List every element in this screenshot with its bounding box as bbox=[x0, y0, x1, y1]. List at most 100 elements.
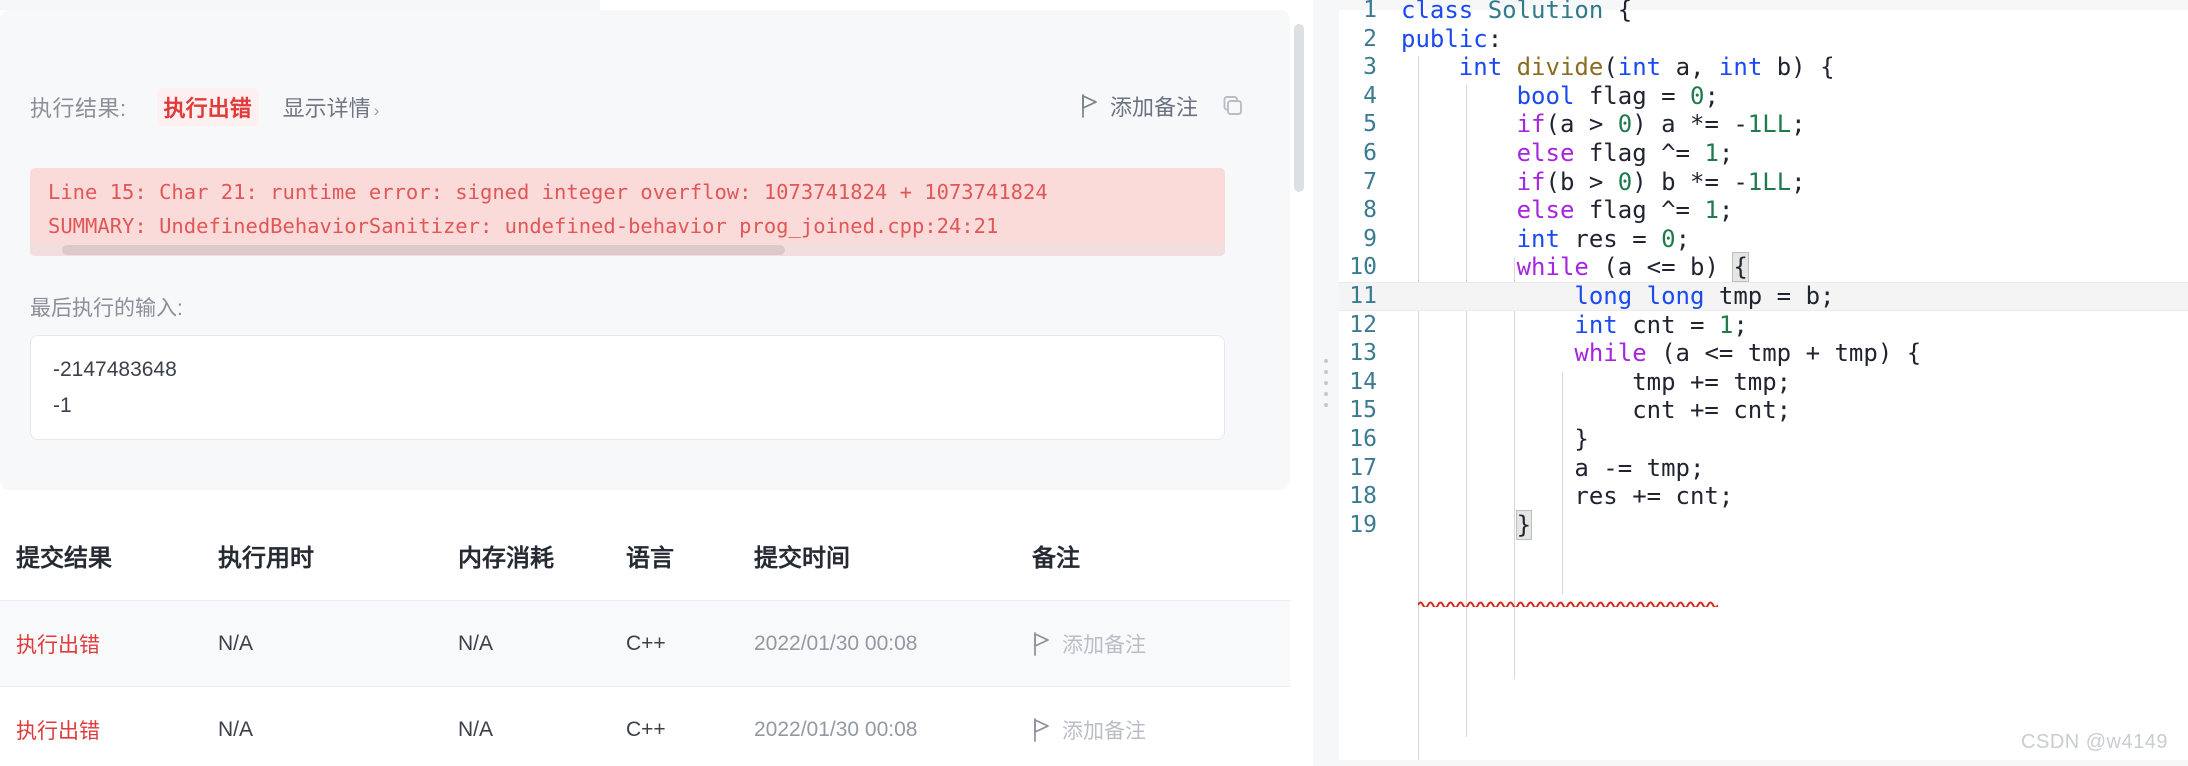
line-number: 15 bbox=[1349, 397, 1377, 424]
code-lines-container[interactable]: 1 class Solution { 2 public: 3 int divid… bbox=[1339, 0, 2188, 766]
code-line[interactable]: 4 bool flag = 0; bbox=[1339, 82, 2188, 111]
code-text[interactable]: } bbox=[1401, 425, 1588, 454]
last-input-label: 最后执行的输入: bbox=[30, 297, 183, 320]
code-text[interactable]: long long tmp = b; bbox=[1401, 282, 1834, 311]
line-number: 1 bbox=[1363, 0, 1377, 23]
error-squiggle-underline bbox=[1418, 601, 1718, 607]
status-badge: 执行出错 bbox=[156, 88, 259, 126]
cell-runtime: N/A bbox=[218, 717, 254, 741]
cell-add-note[interactable]: 添加备注 bbox=[1032, 629, 1272, 659]
line-number: 12 bbox=[1349, 311, 1377, 338]
code-line[interactable]: 10 while (a <= b) { bbox=[1339, 252, 2188, 283]
table-header-row: 提交结果 执行用时 内存消耗 语言 提交时间 备注 bbox=[0, 510, 1290, 600]
line-number: 11 bbox=[1349, 282, 1377, 309]
page-scrollbar-thumb[interactable] bbox=[1294, 24, 1304, 192]
cell-result[interactable]: 执行出错 bbox=[0, 715, 218, 745]
show-detail-label: 显示详情 bbox=[282, 96, 371, 121]
line-number: 16 bbox=[1349, 425, 1377, 452]
code-text[interactable]: else flag ^= 1; bbox=[1401, 196, 1734, 225]
code-line[interactable]: 3 int divide(int a, int b) { bbox=[1339, 53, 2188, 82]
copy-icon[interactable] bbox=[1220, 93, 1246, 119]
last-input-value: -2147483648 bbox=[53, 358, 177, 381]
panel-resize-handle[interactable] bbox=[1313, 0, 1339, 766]
code-text[interactable]: cnt += cnt; bbox=[1401, 396, 1791, 425]
cell-submitted: 2022/01/30 00:08 bbox=[754, 717, 918, 741]
code-line[interactable]: 6 else flag ^= 1; bbox=[1339, 139, 2188, 168]
code-text[interactable]: } bbox=[1401, 509, 1533, 540]
cell-result[interactable]: 执行出错 bbox=[0, 629, 218, 659]
code-text[interactable]: int res = 0; bbox=[1401, 225, 1690, 254]
line-number: 18 bbox=[1349, 483, 1377, 510]
add-note-label: 添加备注 bbox=[1109, 95, 1198, 120]
page-scrollbar-track[interactable] bbox=[1290, 10, 1308, 766]
code-text[interactable]: public: bbox=[1401, 25, 1502, 54]
add-note-label: 添加备注 bbox=[1062, 633, 1146, 657]
error-box-scrollbar-track[interactable] bbox=[30, 244, 1225, 256]
code-text[interactable]: bool flag = 0; bbox=[1401, 82, 1719, 111]
line-number: 3 bbox=[1363, 54, 1377, 81]
code-text[interactable]: if(b > 0) b *= -1LL; bbox=[1401, 168, 1806, 197]
column-header-submitted: 提交时间 bbox=[754, 544, 850, 572]
editor-bottom-strip bbox=[1339, 760, 2188, 766]
result-header-actions: 添加备注 bbox=[1080, 90, 1246, 122]
code-line[interactable]: 8 else flag ^= 1; bbox=[1339, 196, 2188, 225]
error-line: SUMMARY: UndefinedBehaviorSanitizer: und… bbox=[48, 214, 999, 238]
top-strip bbox=[0, 0, 1308, 10]
code-text[interactable]: class Solution { bbox=[1401, 0, 1632, 25]
code-text[interactable]: int cnt = 1; bbox=[1401, 311, 1747, 340]
column-header-result: 提交结果 bbox=[16, 544, 112, 572]
code-text[interactable]: res += cnt; bbox=[1401, 482, 1733, 511]
flag-icon bbox=[1034, 631, 1049, 656]
add-note-label: 添加备注 bbox=[1062, 719, 1146, 743]
app-root: 执行结果: 执行出错 显示详情 › 添加备注 Line 15: Char 21:… bbox=[0, 0, 2188, 766]
top-strip-notch-b bbox=[916, 0, 1308, 10]
table-row[interactable]: 执行出错 N/A N/A C++ 2022/01/30 00:08 添加备注 bbox=[0, 600, 1290, 686]
code-editor-panel[interactable]: 1 class Solution { 2 public: 3 int divid… bbox=[1339, 0, 2188, 766]
flag-icon bbox=[1082, 94, 1097, 118]
code-line[interactable]: 15 cnt += cnt; bbox=[1339, 396, 2188, 425]
line-number: 10 bbox=[1349, 254, 1377, 281]
line-number: 8 bbox=[1363, 197, 1377, 224]
code-line[interactable]: 12 int cnt = 1; bbox=[1339, 311, 2188, 340]
error-message-box: Line 15: Char 21: runtime error: signed … bbox=[30, 168, 1225, 256]
submissions-table: 提交结果 执行用时 内存消耗 语言 提交时间 备注 执行出错 N/A N/A C… bbox=[0, 510, 1290, 766]
cell-add-note[interactable]: 添加备注 bbox=[1032, 715, 1272, 745]
code-text[interactable]: else flag ^= 1; bbox=[1401, 139, 1734, 168]
code-text[interactable]: a -= tmp; bbox=[1401, 454, 1704, 483]
cell-memory: N/A bbox=[458, 717, 494, 741]
code-line[interactable]: 1 class Solution { bbox=[1339, 0, 2188, 25]
show-detail-link[interactable]: 显示详情 › bbox=[283, 91, 380, 123]
line-number: 6 bbox=[1363, 139, 1377, 166]
error-line: Line 15: Char 21: runtime error: signed … bbox=[48, 180, 1048, 204]
code-line[interactable]: 13 while (a <= tmp + tmp) { bbox=[1339, 339, 2188, 368]
add-note-button[interactable]: 添加备注 bbox=[1080, 90, 1198, 122]
code-line[interactable]: 7 if(b > 0) b *= -1LL; bbox=[1339, 168, 2188, 197]
top-strip-notch-a bbox=[600, 0, 916, 10]
code-line[interactable]: 18 res += cnt; bbox=[1339, 482, 2188, 511]
code-line[interactable]: 16 } bbox=[1339, 425, 2188, 454]
drag-dots-icon bbox=[1324, 359, 1328, 407]
code-line[interactable]: 5 if(a > 0) a *= -1LL; bbox=[1339, 110, 2188, 139]
code-line[interactable]: 17 a -= tmp; bbox=[1339, 454, 2188, 483]
line-number: 4 bbox=[1363, 82, 1377, 109]
code-text[interactable]: while (a <= b) { bbox=[1401, 252, 1749, 283]
code-text[interactable]: tmp += tmp; bbox=[1401, 368, 1791, 397]
line-number: 5 bbox=[1363, 111, 1377, 138]
code-text[interactable]: if(a > 0) a *= -1LL; bbox=[1401, 110, 1806, 139]
line-number: 9 bbox=[1363, 225, 1377, 252]
code-line[interactable]: 14 tmp += tmp; bbox=[1339, 368, 2188, 397]
flag-icon bbox=[1034, 717, 1049, 742]
code-text[interactable]: int divide(int a, int b) { bbox=[1401, 53, 1835, 82]
code-line[interactable]: 2 public: bbox=[1339, 25, 2188, 54]
column-header-note: 备注 bbox=[1032, 544, 1080, 572]
table-row[interactable]: 执行出错 N/A N/A C++ 2022/01/30 00:08 添加备注 bbox=[0, 686, 1290, 766]
result-card: 执行结果: 执行出错 显示详情 › 添加备注 Line 15: Char 21:… bbox=[0, 10, 1290, 490]
code-line[interactable]: 19 } bbox=[1339, 509, 2188, 540]
code-line-active[interactable]: 11 long long tmp = b; bbox=[1339, 281, 2188, 311]
error-box-scrollbar-thumb[interactable] bbox=[62, 245, 785, 255]
code-line[interactable]: 9 int res = 0; bbox=[1339, 225, 2188, 254]
last-input-value: -1 bbox=[53, 394, 72, 417]
last-input-box: -2147483648 -1 bbox=[30, 335, 1225, 440]
line-number: 2 bbox=[1363, 25, 1377, 52]
code-text[interactable]: while (a <= tmp + tmp) { bbox=[1401, 339, 1921, 368]
